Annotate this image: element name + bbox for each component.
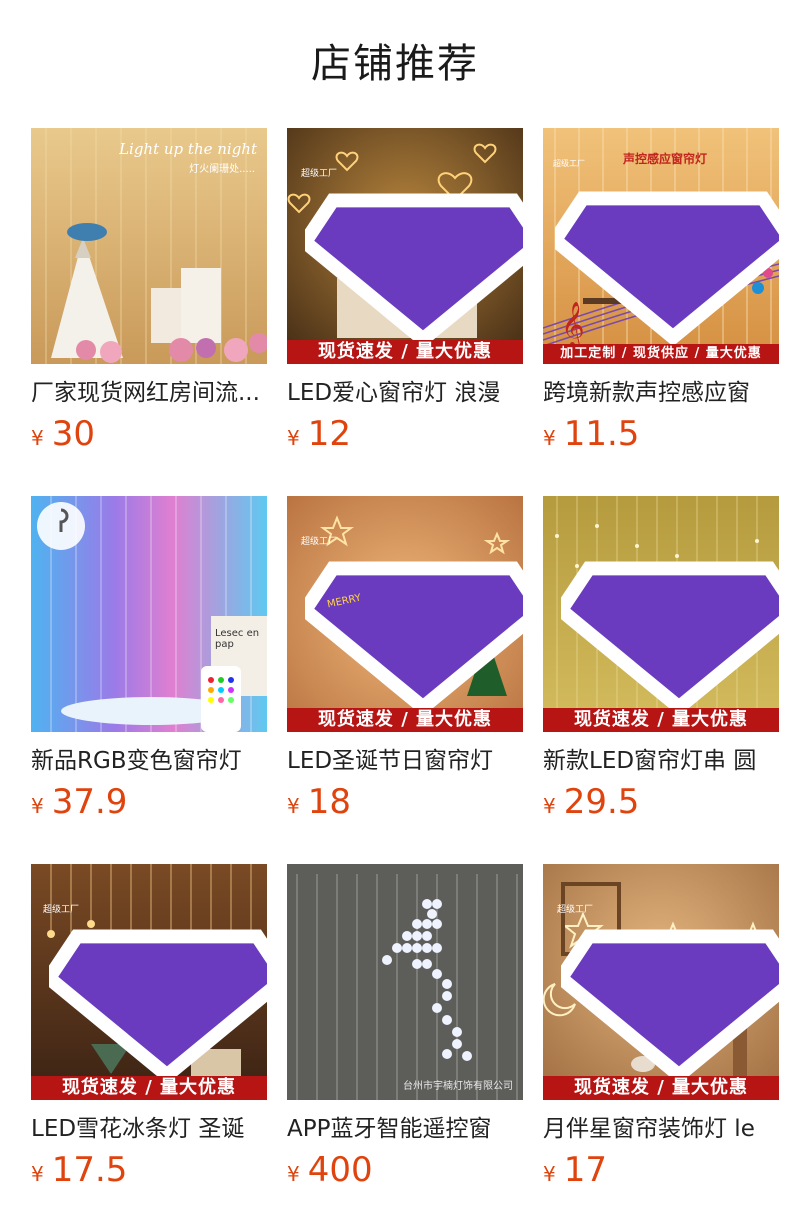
image-watermark-text: 台州市宇楠灯饰有限公司 — [403, 1081, 513, 1092]
price-value: 17 — [563, 1150, 607, 1190]
product-card[interactable]: Lesec en pap 新品RGB变色窗帘灯 ¥37.9 — [31, 496, 267, 836]
product-image[interactable]: 𝄞 超级工厂 声控感应窗帘灯 加工定制 / 现货供应 / 量大优惠 — [543, 128, 779, 364]
product-name[interactable]: 厂家现货网红房间流... — [31, 376, 267, 410]
price-value: 400 — [307, 1150, 373, 1190]
product-price: ¥12 — [287, 414, 351, 460]
product-name[interactable]: APP蓝牙智能遥控窗 — [287, 1112, 523, 1146]
product-price: ¥400 — [287, 1150, 373, 1196]
promo-banner: 现货速发 / 量大优惠 — [287, 708, 523, 732]
badge-text: 超级工厂 — [553, 159, 585, 168]
currency-symbol: ¥ — [543, 426, 556, 450]
promo-banner: 现货速发 / 量大优惠 — [543, 708, 779, 732]
product-card[interactable]: 台州市宇楠灯饰有限公司 APP蓝牙智能遥控窗 ¥400 — [287, 864, 523, 1204]
product-card[interactable]: Light up the night 灯火阑珊处..... 厂家现货网红房间流.… — [31, 128, 267, 468]
price-value: 17.5 — [51, 1150, 128, 1190]
promo-banner: 加工定制 / 现货供应 / 量大优惠 — [543, 344, 779, 364]
product-price: ¥29.5 — [543, 782, 639, 828]
product-card[interactable]: 超级工厂 现货速发 / 量大优惠 月伴星窗帘装饰灯 le ¥17 — [543, 864, 779, 1204]
product-image[interactable]: 现货速发 / 量大优惠 — [543, 496, 779, 732]
image-overlay-text: Light up the night — [119, 140, 257, 158]
product-card[interactable]: 现货速发 / 量大优惠 新款LED窗帘灯串 圆 ¥29.5 — [543, 496, 779, 836]
product-name[interactable]: LED雪花冰条灯 圣诞 — [31, 1112, 267, 1146]
image-top-text: 声控感应窗帘灯 — [623, 152, 708, 166]
badge-text: 超级工厂 — [301, 169, 338, 179]
app-bluetooth-curtain-image — [287, 864, 523, 1100]
promo-banner: 现货速发 / 量大优惠 — [543, 1076, 779, 1100]
product-image[interactable]: 台州市宇楠灯饰有限公司 — [287, 864, 523, 1100]
brand-badge-icon — [555, 136, 779, 364]
image-overlay-subtext: 灯火阑珊处..... — [189, 164, 255, 175]
product-card[interactable]: 超级工厂 MERRY 现货速发 / 量大优惠 LED圣诞节日窗帘灯 ¥18 — [287, 496, 523, 836]
rgb-curtain-light-image — [31, 496, 267, 732]
product-image[interactable]: 超级工厂 现货速发 / 量大优惠 — [31, 864, 267, 1100]
price-value: 12 — [307, 414, 351, 454]
brand-badge-icon — [561, 874, 779, 1100]
page-title: 店铺推荐 — [311, 41, 479, 87]
promo-banner: 现货速发 / 量大优惠 — [287, 340, 523, 364]
product-price: ¥11.5 — [543, 414, 639, 460]
currency-symbol: ¥ — [31, 794, 44, 818]
image-overlay-text: Lesec en pap — [215, 628, 260, 650]
product-price: ¥37.9 — [31, 782, 127, 828]
promo-banner: 现货速发 / 量大优惠 — [31, 1076, 267, 1100]
product-image[interactable]: 超级工厂 现货速发 / 量大优惠 — [543, 864, 779, 1100]
product-name[interactable]: 月伴星窗帘装饰灯 le — [543, 1112, 779, 1146]
currency-symbol: ¥ — [31, 1162, 44, 1186]
brand-badge-icon — [49, 874, 267, 1100]
product-price: ¥30 — [31, 414, 95, 460]
product-name[interactable]: LED圣诞节日窗帘灯 — [287, 744, 523, 778]
product-image[interactable]: Light up the night 灯火阑珊处..... — [31, 128, 267, 364]
product-price: ¥17 — [543, 1150, 607, 1196]
product-image[interactable]: Lesec en pap — [31, 496, 267, 732]
currency-symbol: ¥ — [543, 794, 556, 818]
currency-symbol: ¥ — [287, 794, 300, 818]
badge-text: 超级工厂 — [301, 537, 338, 547]
brand-badge-icon — [305, 506, 523, 732]
product-image[interactable]: 超级工厂 现货速发 / 量大优惠 — [287, 128, 523, 364]
product-price: ¥18 — [287, 782, 351, 828]
price-value: 18 — [307, 782, 351, 822]
product-price: ¥17.5 — [31, 1150, 127, 1196]
product-image[interactable]: 超级工厂 MERRY 现货速发 / 量大优惠 — [287, 496, 523, 732]
product-name[interactable]: 跨境新款声控感应窗 — [543, 376, 779, 410]
price-value: 37.9 — [51, 782, 128, 822]
price-value: 30 — [51, 414, 95, 454]
product-card[interactable]: 超级工厂 现货速发 / 量大优惠 LED爱心窗帘灯 浪漫 ¥12 — [287, 128, 523, 468]
badge-text: 超级工厂 — [43, 905, 80, 915]
badge-text: 超级工厂 — [557, 905, 594, 915]
brand-badge-icon — [305, 138, 523, 364]
product-card[interactable]: 超级工厂 现货速发 / 量大优惠 LED雪花冰条灯 圣诞 ¥17.5 — [31, 864, 267, 1204]
product-name[interactable]: 新款LED窗帘灯串 圆 — [543, 744, 779, 778]
product-name[interactable]: LED爱心窗帘灯 浪漫 — [287, 376, 523, 410]
currency-symbol: ¥ — [543, 1162, 556, 1186]
price-value: 11.5 — [563, 414, 640, 454]
currency-symbol: ¥ — [287, 1162, 300, 1186]
currency-symbol: ¥ — [287, 426, 300, 450]
product-name[interactable]: 新品RGB变色窗帘灯 — [31, 744, 267, 778]
price-value: 29.5 — [563, 782, 640, 822]
currency-symbol: ¥ — [31, 426, 44, 450]
product-card[interactable]: 𝄞 超级工厂 声控感应窗帘灯 加工定制 / 现货供应 / 量大优惠 跨境新款声控… — [543, 128, 779, 468]
brand-badge-icon — [561, 506, 779, 732]
